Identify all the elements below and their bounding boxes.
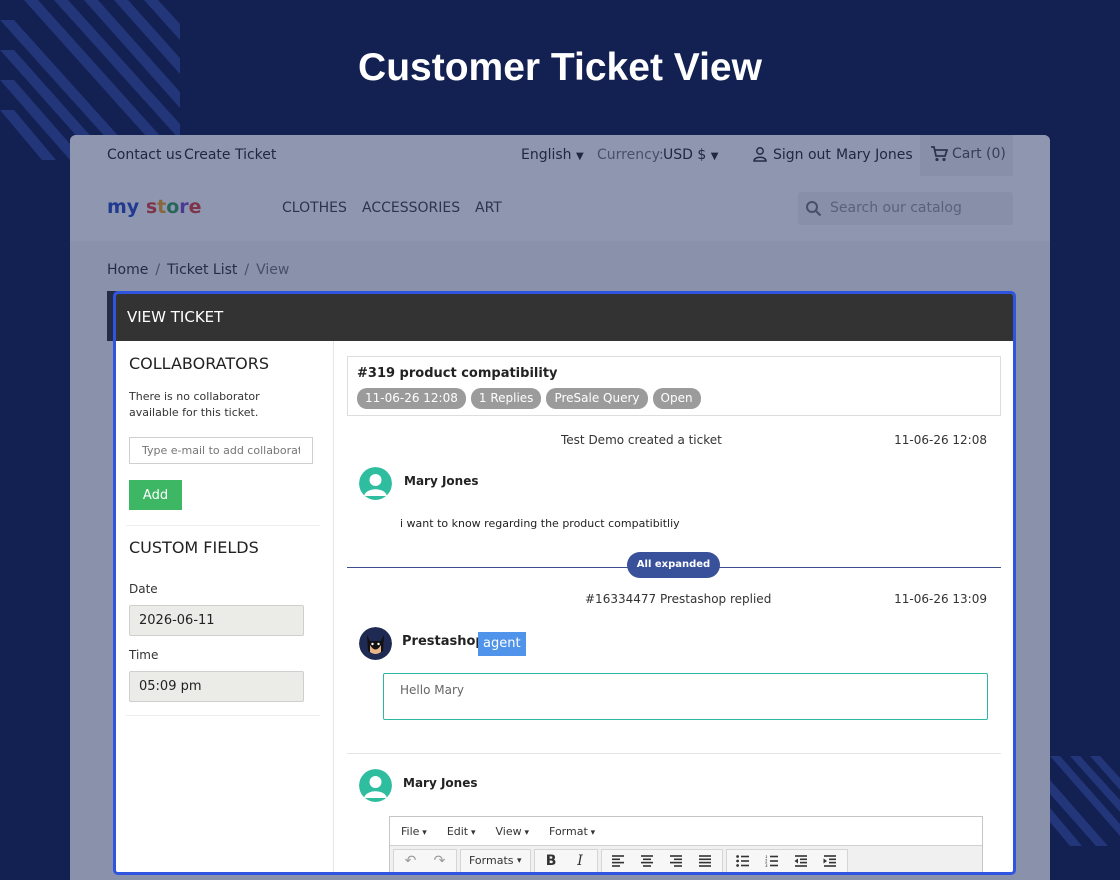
breadcrumb-home[interactable]: Home	[107, 262, 148, 278]
align-left-icon[interactable]	[604, 850, 633, 872]
cart-button[interactable]: Cart (0)	[920, 135, 1013, 176]
outdent-icon[interactable]	[787, 850, 816, 872]
style-group: B I	[533, 848, 598, 872]
collaborator-email-field[interactable]	[129, 437, 313, 464]
ticket-thread: #319 product compatibility 11-06-26 12:0…	[335, 341, 1013, 872]
align-right-icon[interactable]	[662, 850, 691, 872]
agent-avatar	[359, 627, 392, 660]
align-justify-icon[interactable]	[691, 850, 720, 872]
hero-title: Customer Ticket View	[358, 46, 762, 89]
menu-edit[interactable]: Edit	[447, 825, 476, 838]
custom-fields-title: CUSTOM FIELDS	[129, 538, 259, 557]
breadcrumb-current: View	[256, 262, 290, 278]
editor-menubar: File Edit View Format	[390, 817, 982, 845]
agent-badge: agent	[478, 632, 526, 656]
all-expanded-toggle[interactable]: All expanded	[627, 552, 720, 578]
sign-out-link[interactable]: Sign out	[773, 147, 831, 163]
nav-link-art[interactable]: ART	[475, 200, 502, 216]
breadcrumb-ticket-list[interactable]: Ticket List	[167, 262, 237, 278]
divider	[347, 753, 1001, 754]
badge-date: 11-06-26 12:08	[357, 388, 466, 409]
ticket-summary: #319 product compatibility 11-06-26 12:0…	[347, 356, 1001, 416]
event-text: Test Demo created a ticket	[561, 433, 722, 447]
main-nav: my store CLOTHES ACCESSORIES ART Search …	[70, 176, 1050, 241]
formats-group: Formats ▾	[460, 848, 531, 872]
user-icon	[752, 146, 768, 166]
language-select[interactable]: English ▼	[521, 147, 584, 163]
ticket-header: VIEW TICKET	[116, 294, 1013, 341]
menu-file[interactable]: File	[401, 825, 427, 838]
ticket-panel: VIEW TICKET COLLABORATORS There is no co…	[113, 291, 1016, 875]
align-group	[600, 848, 723, 872]
badge-replies: 1 Replies	[470, 388, 542, 409]
store-logo[interactable]: my store	[107, 196, 202, 218]
collaborators-title: COLLABORATORS	[129, 354, 270, 373]
cart-icon	[930, 145, 949, 167]
chevron-down-icon: ▾	[517, 855, 522, 866]
event-text: #16334477 Prestashop replied	[585, 592, 772, 606]
reply-author: Mary Jones	[403, 776, 478, 790]
nav-link-clothes[interactable]: CLOTHES	[282, 200, 347, 216]
contact-link[interactable]: Contact us	[107, 147, 182, 163]
indent-icon[interactable]	[816, 850, 845, 872]
badge-type: PreSale Query	[546, 388, 648, 409]
time-field[interactable]: 05:09 pm	[129, 671, 304, 702]
message-text: i want to know regarding the product com…	[400, 517, 680, 530]
italic-button[interactable]: I	[566, 850, 595, 872]
search-box[interactable]: Search our catalog	[798, 192, 1013, 225]
currency-select[interactable]: USD $ ▼	[663, 147, 718, 163]
list-group: 123	[725, 848, 848, 872]
numbered-list-icon[interactable]: 123	[758, 850, 787, 872]
event-date: 11-06-26 12:08	[894, 433, 987, 447]
chevron-down-icon: ▼	[576, 151, 584, 162]
event-date: 11-06-26 13:09	[894, 592, 987, 606]
top-bar: Contact us Create Ticket English ▼ Curre…	[70, 135, 1050, 176]
avatar	[359, 769, 392, 802]
ticket-header-title: VIEW TICKET	[127, 308, 224, 326]
divider	[126, 715, 320, 716]
svg-text:3: 3	[765, 863, 768, 867]
date-label: Date	[129, 582, 158, 596]
ticket-badges: 11-06-26 12:08 1 Replies PreSale Query O…	[357, 388, 701, 409]
align-center-icon[interactable]	[633, 850, 662, 872]
formats-dropdown[interactable]: Formats ▾	[463, 850, 528, 872]
create-ticket-link[interactable]: Create Ticket	[184, 147, 276, 163]
currency-label: Currency:	[597, 147, 664, 163]
avatar	[359, 467, 392, 500]
search-icon	[805, 200, 822, 221]
editor-toolbar: ↶ ↷ Formats ▾ B I 1 2 3	[390, 845, 982, 872]
badge-status: Open	[652, 388, 701, 409]
message-text: Hello Mary	[383, 673, 988, 720]
cart-label: Cart (0)	[952, 146, 1006, 162]
divider	[126, 525, 320, 526]
menu-view[interactable]: View	[496, 825, 530, 838]
bold-button[interactable]: B	[537, 850, 566, 872]
collaborator-email-input[interactable]	[130, 438, 312, 463]
ticket-sidebar: COLLABORATORS There is no collaborator a…	[116, 341, 334, 872]
menu-format[interactable]: Format	[549, 825, 595, 838]
ticket-subject: #319 product compatibility	[357, 366, 558, 381]
rich-text-editor[interactable]: File Edit View Format ↶ ↷ Formats ▾ B I	[389, 816, 983, 872]
date-field[interactable]: 2026-06-11	[129, 605, 304, 636]
breadcrumb: Home / Ticket List / View	[107, 262, 290, 278]
collaborators-note: There is no collaborator available for t…	[129, 390, 260, 419]
time-label: Time	[129, 648, 159, 662]
nav-link-accessories[interactable]: ACCESSORIES	[362, 200, 460, 216]
message-author: Prestashop	[402, 634, 485, 649]
redo-icon[interactable]: ↷	[425, 850, 454, 872]
add-collaborator-button[interactable]: Add	[129, 480, 182, 510]
chevron-down-icon: ▼	[710, 151, 719, 162]
search-input[interactable]: Search our catalog	[830, 200, 962, 216]
bullet-list-icon[interactable]	[729, 850, 758, 872]
message-author: Mary Jones	[404, 474, 479, 488]
decorative-stripes	[1050, 756, 1120, 846]
undo-icon[interactable]: ↶	[396, 850, 425, 872]
history-group: ↶ ↷	[393, 848, 457, 872]
user-name[interactable]: Mary Jones	[836, 147, 913, 163]
